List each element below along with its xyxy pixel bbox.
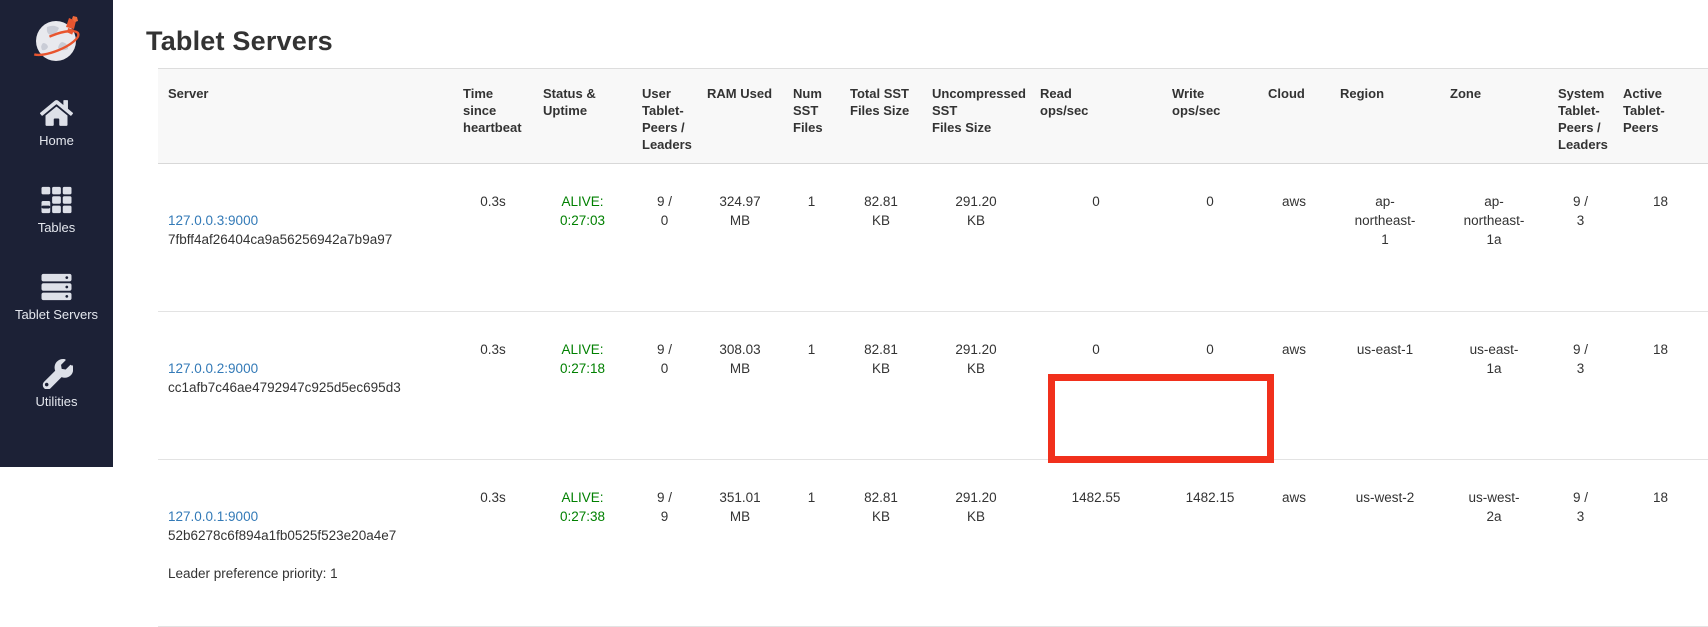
time-since-heartbeat-cell: 0.3s <box>453 312 533 460</box>
col-header-time-since-heartbeat: Time since heartbeat <box>453 69 533 164</box>
col-header-server: Server <box>158 69 453 164</box>
col-header-active-tablet-peers: Active Tablet- Peers <box>1613 69 1708 164</box>
table-row: 127.0.0.3:9000 7fbff4af26404ca9a56256942… <box>158 164 1708 312</box>
ram-used-cell: 351.01 MB <box>697 460 783 627</box>
read-ops-cell: 0 <box>1030 164 1162 312</box>
read-ops-cell: 1482.55 <box>1030 460 1162 627</box>
cloud-cell: aws <box>1258 312 1330 460</box>
zone-cell: ap- northeast- 1a <box>1440 164 1548 312</box>
server-uuid: 7fbff4af26404ca9a56256942a7b9a97 <box>168 230 443 249</box>
total-sst-size-cell: 82.81 KB <box>840 460 922 627</box>
server-cell: 127.0.0.1:9000 52b6278c6f894a1fb0525f523… <box>158 460 453 627</box>
cloud-cell: aws <box>1258 164 1330 312</box>
user-tablet-peers-cell: 9 / 9 <box>632 460 697 627</box>
status-uptime-cell: ALIVE: 0:27:38 <box>533 460 632 627</box>
uncompressed-sst-size-cell: 291.20 KB <box>922 312 1030 460</box>
sidebar-item-tables[interactable]: Tables <box>38 185 76 235</box>
server-address-link[interactable]: 127.0.0.3:9000 <box>168 211 258 230</box>
read-ops-cell: 0 <box>1030 312 1162 460</box>
num-sst-files-cell: 1 <box>783 312 840 460</box>
page-title: Tablet Servers <box>146 26 1708 58</box>
status-uptime-cell: ALIVE: 0:27:18 <box>533 312 632 460</box>
zone-cell: us-east- 1a <box>1440 312 1548 460</box>
col-header-total-sst-size: Total SST Files Size <box>840 69 922 164</box>
region-cell: us-east-1 <box>1330 312 1440 460</box>
active-tablet-peers-cell: 18 <box>1613 312 1708 460</box>
sidebar: Home Tables Tablet Servers Utilities <box>0 0 113 467</box>
tablet-servers-table: Server Time since heartbeat Status & Upt… <box>158 68 1708 627</box>
table-row: 127.0.0.2:9000 cc1afb7c46ae4792947c925d5… <box>158 312 1708 460</box>
num-sst-files-cell: 1 <box>783 164 840 312</box>
server-cell: 127.0.0.2:9000 cc1afb7c46ae4792947c925d5… <box>158 312 453 460</box>
sidebar-item-label: Tables <box>38 220 76 235</box>
uncompressed-sst-size-cell: 291.20 KB <box>922 460 1030 627</box>
home-icon <box>40 98 73 128</box>
table-row: 127.0.0.1:9000 52b6278c6f894a1fb0525f523… <box>158 460 1708 627</box>
write-ops-cell: 1482.15 <box>1162 460 1258 627</box>
total-sst-size-cell: 82.81 KB <box>840 312 922 460</box>
system-tablet-peers-cell: 9 / 3 <box>1548 460 1613 627</box>
sidebar-item-home[interactable]: Home <box>39 98 74 148</box>
sidebar-nav: Home Tables Tablet Servers Utilities <box>15 98 98 409</box>
col-header-cloud: Cloud <box>1258 69 1330 164</box>
col-header-write-ops: Write ops/sec <box>1162 69 1258 164</box>
server-uuid: 52b6278c6f894a1fb0525f523e20a4e7 <box>168 526 443 545</box>
col-header-region: Region <box>1330 69 1440 164</box>
col-header-read-ops: Read ops/sec <box>1030 69 1162 164</box>
ram-used-cell: 308.03 MB <box>697 312 783 460</box>
server-cell: 127.0.0.3:9000 7fbff4af26404ca9a56256942… <box>158 164 453 312</box>
active-tablet-peers-cell: 18 <box>1613 460 1708 627</box>
server-uuid: cc1afb7c46ae4792947c925d5ec695d3 <box>168 378 443 397</box>
col-header-uncompressed-sst-size: Uncompressed SST Files Size <box>922 69 1030 164</box>
sidebar-item-label: Tablet Servers <box>15 307 98 322</box>
user-tablet-peers-cell: 9 / 0 <box>632 164 697 312</box>
status-uptime-cell: ALIVE: 0:27:03 <box>533 164 632 312</box>
col-header-status-uptime: Status & Uptime <box>533 69 632 164</box>
time-since-heartbeat-cell: 0.3s <box>453 460 533 627</box>
sidebar-item-label: Home <box>39 133 74 148</box>
cloud-cell: aws <box>1258 460 1330 627</box>
active-tablet-peers-cell: 18 <box>1613 164 1708 312</box>
main-content: Tablet Servers Server Time since heartbe… <box>113 0 1708 467</box>
col-header-system-tablet-peers: System Tablet- Peers / Leaders <box>1548 69 1613 164</box>
sidebar-item-label: Utilities <box>36 394 78 409</box>
write-ops-cell: 0 <box>1162 312 1258 460</box>
sidebar-item-tablet-servers[interactable]: Tablet Servers <box>15 272 98 322</box>
total-sst-size-cell: 82.81 KB <box>840 164 922 312</box>
col-header-num-sst-files: Num SST Files <box>783 69 840 164</box>
region-cell: us-west-2 <box>1330 460 1440 627</box>
col-header-user-tablet-peers: User Tablet- Peers / Leaders <box>632 69 697 164</box>
yugabyte-logo-icon[interactable] <box>29 12 85 68</box>
region-cell: ap- northeast- 1 <box>1330 164 1440 312</box>
num-sst-files-cell: 1 <box>783 460 840 627</box>
server-address-link[interactable]: 127.0.0.2:9000 <box>168 359 258 378</box>
utilities-icon <box>40 359 73 389</box>
sidebar-item-utilities[interactable]: Utilities <box>36 359 78 409</box>
system-tablet-peers-cell: 9 / 3 <box>1548 164 1613 312</box>
uncompressed-sst-size-cell: 291.20 KB <box>922 164 1030 312</box>
server-note: Leader preference priority: 1 <box>168 564 443 583</box>
col-header-ram-used: RAM Used <box>697 69 783 164</box>
ram-used-cell: 324.97 MB <box>697 164 783 312</box>
user-tablet-peers-cell: 9 / 0 <box>632 312 697 460</box>
table-header: Server Time since heartbeat Status & Upt… <box>158 69 1708 164</box>
col-header-zone: Zone <box>1440 69 1548 164</box>
zone-cell: us-west- 2a <box>1440 460 1548 627</box>
server-address-link[interactable]: 127.0.0.1:9000 <box>168 507 258 526</box>
tablet-servers-icon <box>40 272 73 302</box>
time-since-heartbeat-cell: 0.3s <box>453 164 533 312</box>
tables-icon <box>40 185 73 215</box>
system-tablet-peers-cell: 9 / 3 <box>1548 312 1613 460</box>
write-ops-cell: 0 <box>1162 164 1258 312</box>
